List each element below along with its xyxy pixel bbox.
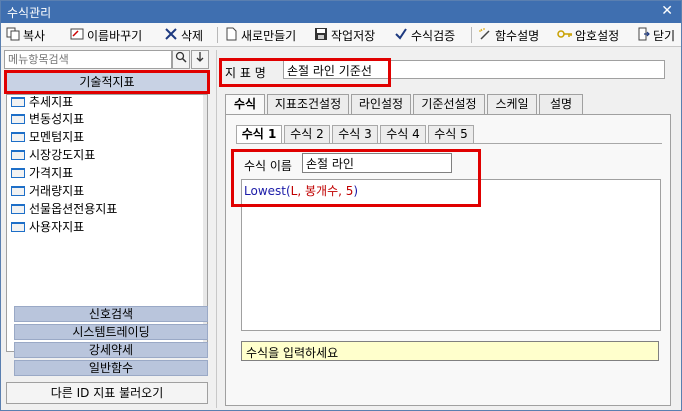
password-label: 암호설정 <box>575 28 620 43</box>
category-bull-bear[interactable]: 강세약세 <box>14 342 208 358</box>
tree-item-label: 가격지표 <box>29 166 74 180</box>
save-label: 작업저장 <box>331 28 376 43</box>
category-system-trading[interactable]: 시스템트레이딩 <box>14 324 208 340</box>
open-folder-icon <box>11 221 25 232</box>
delete-button[interactable]: 삭제 <box>163 25 203 45</box>
tree-item[interactable]: 변동성지표 <box>11 110 84 127</box>
delete-label: 삭제 <box>181 28 204 43</box>
subtab-formula-3[interactable]: 수식 3 <box>332 125 378 143</box>
tree-item-label: 시장강도지표 <box>29 148 96 162</box>
tree-item-label: 선물옵션전용지표 <box>29 202 118 216</box>
menu-search-input[interactable] <box>4 50 172 69</box>
copy-button[interactable]: 복사 <box>5 25 45 45</box>
subtab-formula-5[interactable]: 수식 5 <box>428 125 474 143</box>
tab-scale[interactable]: 스케일 <box>487 94 537 114</box>
category-general-functions[interactable]: 일반함수 <box>14 360 208 376</box>
rename-label: 이름바꾸기 <box>87 28 143 43</box>
tree-item-label: 사용자지표 <box>29 220 85 234</box>
tab-baseline-settings[interactable]: 기준선설정 <box>413 94 485 114</box>
subtab-divider <box>236 143 662 144</box>
key-icon <box>557 27 573 43</box>
delete-icon <box>163 27 179 43</box>
tree-item-label: 변동성지표 <box>29 112 85 126</box>
tab-indicator-conditions[interactable]: 지표조건설정 <box>267 94 349 114</box>
password-button[interactable]: 암호설정 <box>557 25 619 45</box>
function-help-label: 함수설명 <box>495 28 540 43</box>
arrow-down-icon <box>196 52 204 62</box>
exit-door-icon <box>635 27 651 43</box>
highlight-box-indicator-name <box>219 58 391 87</box>
copy-icon <box>5 27 21 43</box>
formula-tab-panel: 수식 1 수식 2 수식 3 수식 4 수식 5 수식 이름 손절 라인 Low… <box>225 114 671 406</box>
save-disk-icon <box>313 27 329 43</box>
toolbar-separator <box>217 27 218 43</box>
right-panel: 지 표 명 손절 라인 기준선 수식 지표조건설정 라인설정 기준선설정 스케일… <box>216 50 679 408</box>
tab-line-settings[interactable]: 라인설정 <box>351 94 411 114</box>
tree-item[interactable]: 선물옵션전용지표 <box>11 200 117 217</box>
formula-manager-window: 수식관리 ✕ 복사 이름바꾸기 삭제 새로만들기 작업저장 수식검증 함수설명 … <box>0 0 682 411</box>
category-signal-search[interactable]: 신호검색 <box>14 306 208 322</box>
highlight-box-category <box>4 70 210 94</box>
close-icon[interactable]: ✕ <box>661 3 673 19</box>
copy-label: 복사 <box>23 28 46 43</box>
tree-item[interactable]: 시장강도지표 <box>11 146 95 163</box>
toolbar: 복사 이름바꾸기 삭제 새로만들기 작업저장 수식검증 함수설명 암호설정 닫기 <box>1 23 681 47</box>
search-next-button[interactable] <box>191 50 209 69</box>
toolbar-separator <box>471 27 472 43</box>
checkmark-icon <box>393 27 409 43</box>
tree-item-label: 모멘텀지표 <box>29 130 85 144</box>
rename-button[interactable]: 이름바꾸기 <box>69 25 142 45</box>
function-help-button[interactable]: 함수설명 <box>477 25 539 45</box>
close-button[interactable]: 닫기 <box>635 25 675 45</box>
verify-label: 수식검증 <box>411 28 456 43</box>
new-label: 새로만들기 <box>241 28 297 43</box>
folder-icon <box>11 185 25 196</box>
subtab-formula-2[interactable]: 수식 2 <box>284 125 330 143</box>
tree-item[interactable]: 사용자지표 <box>11 218 84 235</box>
tab-description[interactable]: 설명 <box>539 94 583 114</box>
title-bar: 수식관리 ✕ <box>1 1 681 23</box>
highlight-box-formula <box>231 149 481 207</box>
close-label: 닫기 <box>653 28 676 43</box>
new-document-icon <box>223 27 239 43</box>
save-button[interactable]: 작업저장 <box>313 25 375 45</box>
verify-button[interactable]: 수식검증 <box>393 25 455 45</box>
tab-formula[interactable]: 수식 <box>225 94 265 115</box>
left-panel: 기술적지표 추세지표 변동성지표 모멘텀지표 시장강도지표 가격지표 거래량지표… <box>4 50 210 408</box>
subtab-formula-4[interactable]: 수식 4 <box>380 125 426 143</box>
search-icon <box>175 51 187 63</box>
tree-item[interactable]: 추세지표 <box>11 93 73 110</box>
rename-icon <box>69 27 85 43</box>
search-button[interactable] <box>172 50 190 69</box>
formula-hint-box: 수식을 입력하세요 <box>241 341 659 361</box>
window-title: 수식관리 <box>7 6 52 20</box>
new-button[interactable]: 새로만들기 <box>223 25 296 45</box>
folder-icon <box>11 167 25 178</box>
tree-item-label: 거래량지표 <box>29 184 85 198</box>
folder-icon <box>11 113 25 124</box>
magic-wand-icon <box>477 27 493 43</box>
folder-icon <box>11 131 25 142</box>
folder-icon <box>11 203 25 214</box>
subtab-formula-1[interactable]: 수식 1 <box>236 125 282 143</box>
load-other-id-button[interactable]: 다른 ID 지표 불러오기 <box>6 382 208 404</box>
tree-item[interactable]: 가격지표 <box>11 164 73 181</box>
tree-item[interactable]: 모멘텀지표 <box>11 128 84 145</box>
tree-item[interactable]: 거래량지표 <box>11 182 84 199</box>
tree-item-label: 추세지표 <box>29 95 74 109</box>
folder-icon <box>11 149 25 160</box>
folder-icon <box>11 96 25 107</box>
